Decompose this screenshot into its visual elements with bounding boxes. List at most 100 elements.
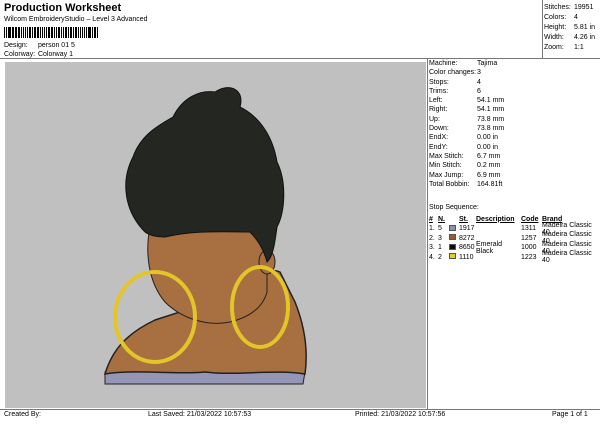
last-saved: Last Saved: 21/03/2022 10:57:53 (148, 411, 252, 418)
spec-label: EndX: (429, 134, 449, 142)
spec-row: EndX: 0.00 in (429, 133, 599, 142)
barcode-bar (28, 27, 30, 38)
color-swatch-cell (449, 253, 459, 261)
barcode-bar (17, 27, 19, 38)
spec-value: 6 (477, 87, 481, 95)
design-value: person 01 5 (37, 42, 75, 49)
spec-value: 73.8 mm (477, 125, 505, 133)
stat-row: Height: 5.81 in (544, 23, 600, 33)
divider (0, 409, 600, 410)
color-swatch-cell (449, 234, 459, 242)
spec-label: Machine: (429, 60, 458, 67)
stop-cell-n: 2 (438, 253, 442, 261)
summary-stats: Stitches: 19951 Colors: 4 Height: 5.81 in W… (544, 3, 600, 53)
stat-row: Colors: 4 (544, 13, 600, 23)
barcode-bar (32, 27, 34, 38)
barcode-bar (78, 27, 79, 38)
barcode-bar (74, 27, 76, 38)
stat-label: Height: (544, 24, 567, 31)
barcode-bar (66, 27, 68, 38)
shirt-shape (104, 371, 306, 385)
spec-label: Color changes: (429, 69, 477, 77)
stop-cell-st: 8650 (459, 244, 475, 252)
stat-value: 5.81 in (574, 24, 596, 31)
stop-cell-idx: 2. (429, 234, 435, 242)
stop-sequence: Stop Sequence: # N. St. Description Code… (429, 204, 599, 265)
page-title: Production Worksheet (4, 2, 122, 14)
stat-label: Stitches: (544, 4, 571, 11)
stat-value: 1:1 (574, 44, 584, 51)
barcode-bar (13, 27, 14, 38)
stop-cell-st: 8272 (459, 234, 475, 242)
barcode-bar (60, 27, 63, 38)
col-stitches: St. (459, 215, 468, 223)
barcode-bar (57, 27, 59, 38)
barcode-bar (50, 27, 53, 38)
barcode-bar (34, 27, 36, 38)
stat-label: Width: (544, 34, 564, 41)
spec-label: Trims: (429, 87, 449, 95)
barcode-bar (64, 27, 66, 38)
barcode-bar (79, 27, 81, 38)
stop-cell-code: 1223 (521, 253, 537, 261)
spec-label: Max Stitch: (429, 152, 464, 160)
color-swatch-cell (449, 243, 459, 252)
barcode-bar (95, 27, 97, 38)
spec-row: Max Stitch: 6.7 mm (429, 152, 599, 161)
barcode-bar (23, 27, 25, 38)
color-swatch-cell (449, 224, 459, 233)
barcode-bar (26, 27, 28, 38)
page-number: Page 1 of 1 (552, 411, 588, 418)
design-label: Design: (4, 42, 28, 49)
barcode-bar (72, 27, 74, 38)
barcode-bar (38, 27, 40, 38)
col-index: # (429, 215, 433, 223)
barcode-bar (4, 27, 6, 38)
barcode-bar (40, 27, 42, 38)
stop-rows: 1. 5 1917 1311 Madeira Classic 40 2. 3 8272 1257… (429, 222, 599, 265)
divider (427, 58, 428, 410)
barcode-bar (7, 27, 9, 38)
stat-value: 4 (574, 14, 578, 21)
stat-label: Zoom: (544, 44, 564, 51)
barcode-bar (47, 27, 49, 38)
barcode-bar (92, 27, 93, 38)
spec-row: Color changes: 3 (429, 68, 599, 77)
spec-label: Up: (429, 115, 440, 123)
barcode-bar (83, 27, 85, 38)
barcode-bar (55, 27, 57, 38)
spec-row: Machine: Tajima (429, 59, 599, 68)
spec-row: Right: 54.1 mm (429, 105, 599, 114)
barcode-bar (25, 27, 26, 38)
stop-cell-code: 1311 (521, 225, 537, 233)
spec-label: Down: (429, 125, 449, 133)
spec-label: Right: (429, 106, 448, 114)
stat-label: Colors: (544, 14, 567, 21)
stop-cell-idx: 3. (429, 244, 435, 252)
stop-cell-idx: 1. (429, 225, 435, 233)
barcode-bar (42, 27, 43, 38)
spec-row: Total Bobbin: 164.81ft (429, 180, 599, 189)
stat-value: 4.26 in (574, 34, 596, 41)
barcode-bar (19, 27, 20, 38)
design-row: Design: person 01 5 (4, 42, 75, 49)
barcode-bar (97, 27, 99, 38)
stop-cell-n: 3 (438, 234, 442, 242)
spec-value: Tajima (477, 60, 498, 67)
barcode-bar (49, 27, 50, 38)
barcode-bar (76, 27, 78, 38)
spec-label: Left: (429, 97, 443, 105)
stop-cell-n: 1 (438, 244, 442, 252)
spec-row: Down: 73.8 mm (429, 124, 599, 133)
col-needle: N. (438, 215, 445, 223)
stop-cell-code: 1000 (521, 244, 537, 252)
stat-row: Stitches: 19951 (544, 3, 600, 13)
stop-cell-st: 1917 (459, 225, 475, 233)
barcode-bar (87, 27, 89, 38)
barcode-bar (20, 27, 23, 38)
spec-value: 164.81ft (477, 180, 503, 188)
barcode-bar (6, 27, 7, 38)
color-swatch (449, 243, 456, 250)
barcode-bar (68, 27, 70, 38)
spec-value: 4 (477, 78, 481, 86)
